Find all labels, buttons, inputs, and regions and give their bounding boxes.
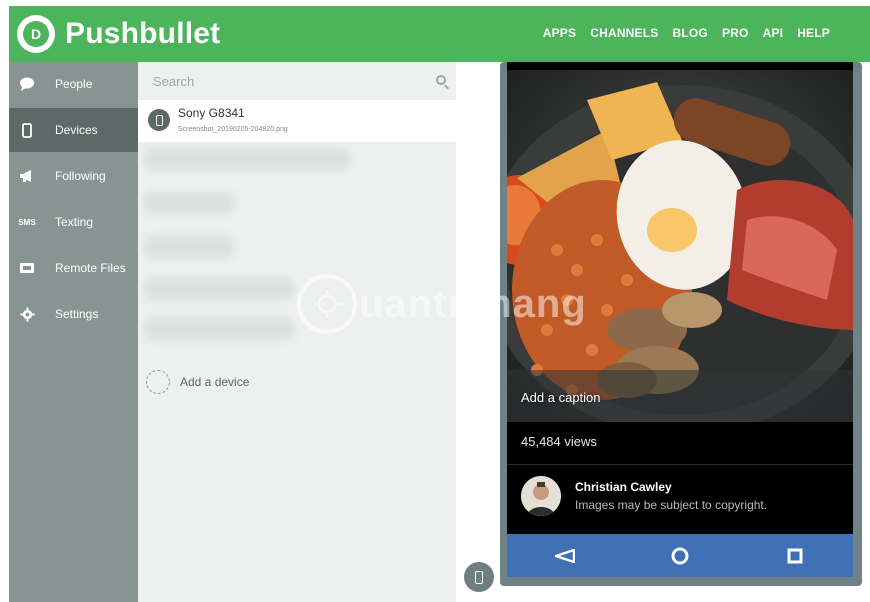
sms-icon-text: SMS bbox=[18, 217, 36, 227]
sidebar-item-people[interactable]: People bbox=[9, 62, 138, 106]
nav-blog[interactable]: BLOG bbox=[673, 26, 708, 40]
sidebar-item-following[interactable]: Following bbox=[9, 154, 138, 198]
divider bbox=[507, 464, 853, 465]
author-avatar bbox=[521, 476, 561, 516]
nav-channels[interactable]: CHANNELS bbox=[590, 26, 658, 40]
view-count: 45,484 views bbox=[521, 434, 597, 449]
device-phone-icon bbox=[148, 109, 170, 131]
nav-help[interactable]: HELP bbox=[797, 26, 830, 40]
app-frame: D Pushbullet APPS CHANNELS BLOG PRO API … bbox=[9, 6, 870, 602]
sidebar-item-label: Remote Files bbox=[55, 261, 126, 275]
device-badge-icon[interactable] bbox=[464, 562, 494, 592]
phone-screen: Add a caption 45,484 views Christian Caw… bbox=[507, 62, 853, 577]
copyright-note: Images may be subject to copyright. bbox=[575, 498, 768, 512]
top-nav: APPS CHANNELS BLOG PRO API HELP bbox=[543, 26, 830, 40]
sidebar-item-label: Devices bbox=[55, 123, 98, 137]
add-device-label: Add a device bbox=[180, 375, 250, 389]
chat-bubble-icon bbox=[9, 77, 45, 91]
nav-pro[interactable]: PRO bbox=[722, 26, 749, 40]
device-file-name: Screenshot_20190205-204820.png bbox=[178, 126, 288, 133]
logo-letter: D bbox=[23, 21, 49, 47]
device-list-panel: Search Sony G8341 Screenshot_20190205-20… bbox=[138, 62, 456, 602]
add-device-button[interactable]: Add a device bbox=[146, 370, 249, 394]
top-bar: D Pushbullet APPS CHANNELS BLOG PRO API … bbox=[9, 6, 870, 62]
breakfast-photo bbox=[507, 70, 853, 422]
search-input[interactable]: Search bbox=[153, 74, 194, 89]
sidebar: People Devices Following SMS Texting Rem… bbox=[9, 62, 145, 602]
sidebar-item-label: Settings bbox=[55, 307, 99, 321]
sidebar-item-texting[interactable]: SMS Texting bbox=[9, 200, 138, 244]
sms-icon: SMS bbox=[9, 218, 45, 227]
phone-icon bbox=[9, 122, 45, 138]
sidebar-item-label: Texting bbox=[55, 215, 94, 229]
search-bar[interactable]: Search bbox=[138, 62, 456, 100]
pushbullet-logo[interactable]: D Pushbullet bbox=[17, 15, 220, 53]
gear-icon bbox=[9, 306, 45, 322]
device-row-selected[interactable]: Sony G8341 Screenshot_20190205-204820.pn… bbox=[138, 100, 456, 142]
brand-name: Pushbullet bbox=[65, 17, 221, 50]
home-icon[interactable] bbox=[670, 546, 690, 566]
device-name: Sony G8341 bbox=[178, 106, 245, 120]
logo-icon: D bbox=[17, 15, 55, 53]
megaphone-icon bbox=[9, 169, 45, 183]
folder-icon bbox=[9, 262, 45, 274]
phone-frame: Add a caption 45,484 views Christian Caw… bbox=[500, 62, 862, 586]
android-nav-bar bbox=[507, 534, 853, 577]
screenshot-preview-area: Add a caption 45,484 views Christian Caw… bbox=[456, 62, 870, 602]
add-device-icon bbox=[146, 370, 170, 394]
sidebar-item-remote-files[interactable]: Remote Files bbox=[9, 246, 138, 290]
photo-caption: Add a caption bbox=[521, 390, 601, 405]
sidebar-item-devices[interactable]: Devices bbox=[9, 108, 145, 152]
nav-api[interactable]: API bbox=[763, 26, 784, 40]
search-icon[interactable] bbox=[436, 75, 446, 85]
author-name: Christian Cawley bbox=[575, 480, 672, 494]
blurred-device-list bbox=[138, 144, 456, 354]
nav-apps[interactable]: APPS bbox=[543, 26, 576, 40]
sidebar-item-label: Following bbox=[55, 169, 106, 183]
recents-icon[interactable] bbox=[785, 546, 805, 566]
sidebar-item-settings[interactable]: Settings bbox=[9, 292, 138, 336]
back-icon[interactable] bbox=[554, 546, 575, 566]
sidebar-item-label: People bbox=[55, 77, 93, 91]
